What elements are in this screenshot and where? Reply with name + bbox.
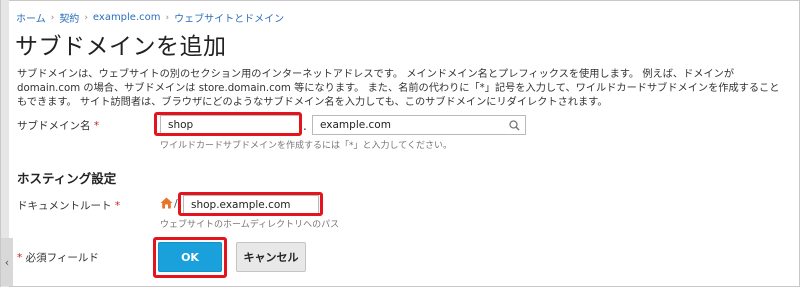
page-title: サブドメインを追加 bbox=[15, 34, 227, 60]
breadcrumb-domain[interactable]: example.com bbox=[93, 12, 161, 23]
required-mark: * bbox=[17, 252, 23, 264]
path-separator: / bbox=[174, 197, 178, 210]
cancel-button[interactable]: キャンセル bbox=[236, 242, 306, 272]
breadcrumb-subscriptions[interactable]: 契約 bbox=[59, 10, 79, 25]
required-mark: * bbox=[93, 120, 100, 132]
docroot-label-text: ドキュメントルート bbox=[17, 200, 112, 212]
breadcrumb-websites-domains[interactable]: ウェブサイトとドメイン bbox=[174, 10, 284, 25]
subdomain-hint: ワイルドカードサブドメインを作成するには「*」と入力してください。 bbox=[160, 141, 452, 151]
chevron-right-icon: › bbox=[165, 12, 170, 23]
subdomain-input[interactable]: shop bbox=[160, 115, 300, 135]
required-mark: * bbox=[114, 200, 121, 212]
collapse-sidebar-handle[interactable]: ‹ bbox=[1, 238, 13, 286]
subdomain-label-text: サブドメイン名 bbox=[17, 120, 91, 132]
breadcrumb-home[interactable]: ホーム bbox=[16, 10, 46, 25]
page-description: サブドメインは、ウェブサイトの別のセクション用のインターネットアドレスです。 メ… bbox=[17, 69, 780, 108]
parent-domain-value: example.com bbox=[320, 119, 391, 131]
home-icon bbox=[160, 197, 173, 209]
domain-separator: . bbox=[303, 119, 307, 133]
docroot-hint: ウェブサイトのホームディレクトリへのパス bbox=[160, 220, 340, 230]
hosting-settings-title: ホスティング設定 bbox=[17, 171, 117, 186]
chevron-right-icon: › bbox=[50, 12, 55, 23]
chevron-left-icon: ‹ bbox=[4, 255, 10, 269]
breadcrumb: ホーム › 契約 › example.com › ウェブサイトとドメイン bbox=[16, 10, 284, 25]
chevron-right-icon: › bbox=[84, 12, 88, 23]
docroot-input[interactable]: shop.example.com bbox=[183, 195, 319, 215]
required-fields-text: 必須フィールド bbox=[25, 252, 99, 264]
docroot-label: ドキュメントルート * bbox=[17, 198, 120, 213]
ok-button[interactable]: OK bbox=[158, 242, 222, 272]
required-fields-note: * 必須フィールド bbox=[17, 250, 99, 265]
parent-domain-select[interactable]: example.com bbox=[312, 115, 526, 135]
search-icon bbox=[509, 120, 520, 131]
subdomain-label: サブドメイン名 * bbox=[17, 118, 99, 133]
